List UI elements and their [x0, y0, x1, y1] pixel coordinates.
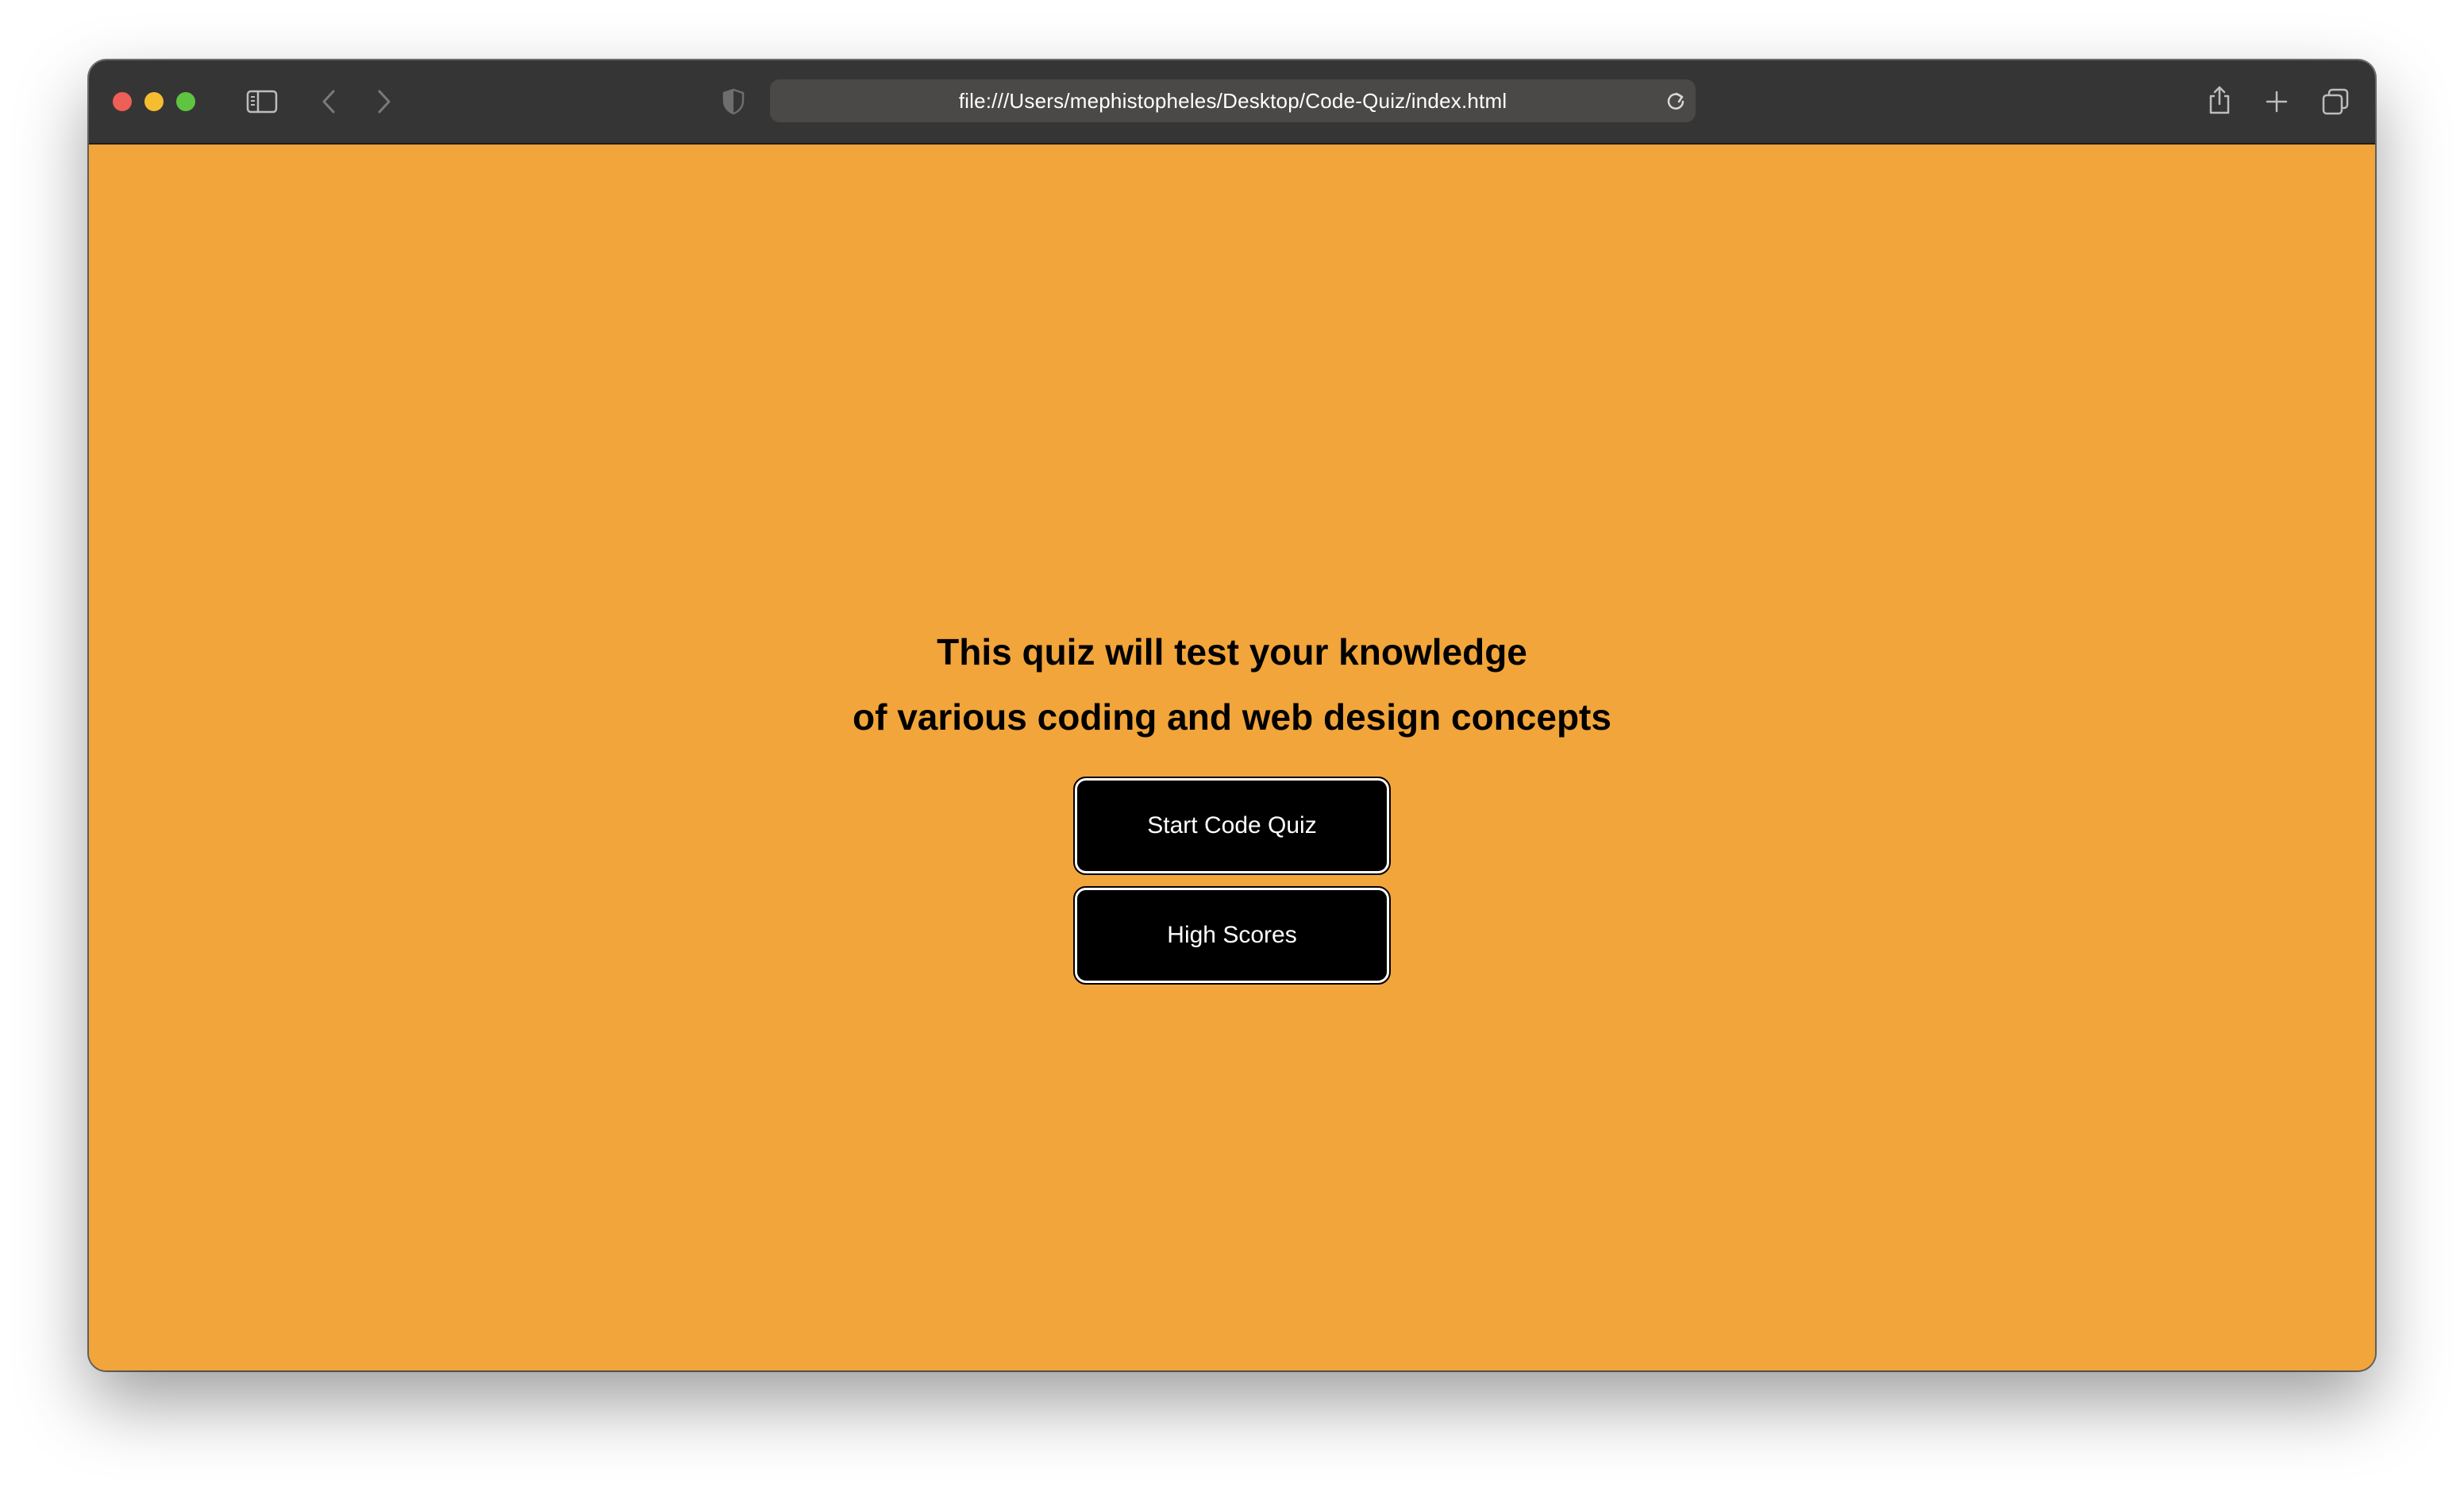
share-icon[interactable]: [2204, 83, 2235, 118]
maximize-window-button[interactable]: [176, 92, 195, 111]
sidebar-icon[interactable]: [244, 84, 279, 119]
browser-window: file:///Users/mephistopheles/Desktop/Cod…: [89, 60, 2375, 1370]
address-bar[interactable]: file:///Users/mephistopheles/Desktop/Cod…: [770, 79, 1696, 122]
intro-line-1: This quiz will test your knowledge: [937, 631, 1527, 673]
high-scores-button[interactable]: High Scores: [1073, 886, 1391, 985]
start-quiz-button[interactable]: Start Code Quiz: [1073, 777, 1391, 875]
intro-line-2: of various coding and web design concept…: [853, 696, 1611, 738]
reload-icon[interactable]: [1664, 89, 1688, 113]
url-text: file:///Users/mephistopheles/Desktop/Cod…: [958, 88, 1507, 113]
new-tab-icon[interactable]: [2261, 84, 2293, 119]
close-window-button[interactable]: [113, 92, 132, 111]
privacy-shield-icon[interactable]: [718, 86, 749, 118]
quiz-intro: This quiz will test your knowledge of va…: [89, 619, 2375, 750]
back-icon[interactable]: [313, 84, 345, 119]
page-content: This quiz will test your knowledge of va…: [89, 145, 2375, 1370]
tab-overview-icon[interactable]: [2318, 84, 2353, 119]
minimize-window-button[interactable]: [144, 92, 164, 111]
browser-toolbar: file:///Users/mephistopheles/Desktop/Cod…: [89, 60, 2375, 145]
forward-icon[interactable]: [368, 84, 400, 119]
